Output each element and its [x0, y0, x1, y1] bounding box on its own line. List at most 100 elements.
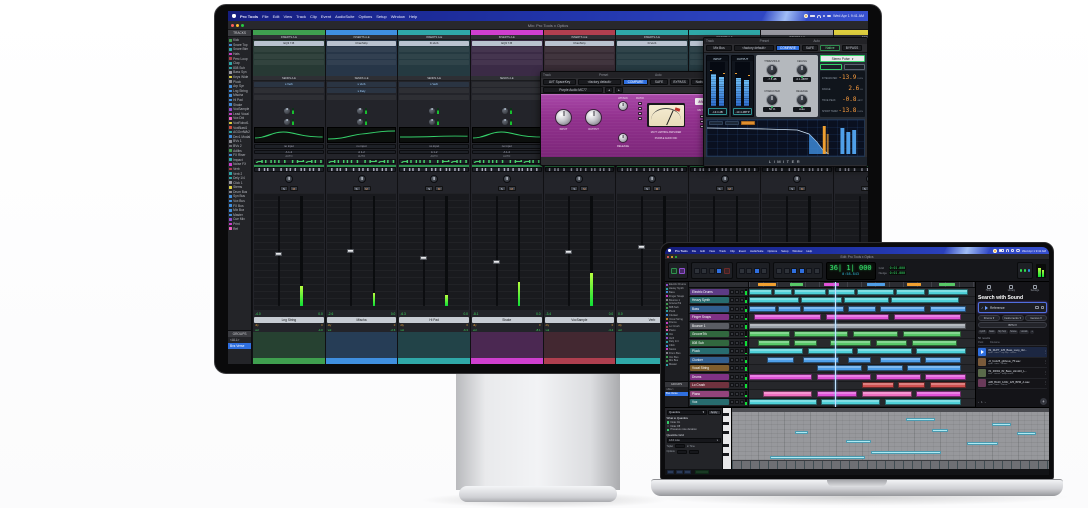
- search-result-row[interactable]: HAB_BA10_124U_125_BPM_A.wavsynth · bass …: [978, 379, 1047, 390]
- track-lane[interactable]: [749, 297, 975, 306]
- group-selector[interactable]: no group: [327, 167, 397, 172]
- midi-note[interactable]: [795, 431, 808, 434]
- track-lane[interactable]: [749, 382, 975, 391]
- playhead[interactable]: [835, 282, 836, 407]
- track-lane[interactable]: [749, 288, 975, 297]
- audio-clip[interactable]: [925, 357, 961, 363]
- solo-button[interactable]: [735, 307, 739, 311]
- menu-item-setup[interactable]: Setup: [781, 249, 788, 253]
- bypass-button[interactable]: BYPASS: [670, 79, 690, 85]
- timeline-marker[interactable]: [758, 283, 776, 286]
- track-list-item[interactable]: VocSample: [229, 107, 250, 112]
- pan-knob[interactable]: [721, 175, 729, 183]
- audio-clip[interactable]: [749, 399, 817, 405]
- black-key[interactable]: [723, 431, 729, 434]
- more-options-icon[interactable]: ⋮: [1044, 381, 1048, 385]
- record-enable-button[interactable]: [730, 290, 734, 294]
- clear-icon[interactable]: [1041, 306, 1045, 310]
- audio-clip[interactable]: [817, 365, 862, 371]
- input-selector[interactable]: no input: [472, 144, 542, 149]
- grid-value[interactable]: 0:01.000: [889, 266, 906, 270]
- input-monitor-button[interactable]: [671, 268, 677, 274]
- panel-tab-home[interactable]: Home: [986, 285, 992, 293]
- prev-page-icon[interactable]: ‹: [978, 400, 979, 404]
- menu-item-file[interactable]: File: [262, 14, 268, 19]
- solo-button[interactable]: [735, 341, 739, 345]
- mute-button[interactable]: M: [798, 186, 806, 191]
- record-enable-button[interactable]: [730, 332, 734, 336]
- solo-button[interactable]: [735, 324, 739, 328]
- control-center-icon[interactable]: [827, 15, 831, 18]
- track-name[interactable]: Bounce 1: [690, 323, 729, 329]
- mute-button[interactable]: M: [508, 186, 516, 191]
- audio-clip[interactable]: [853, 331, 898, 337]
- black-key[interactable]: [723, 453, 729, 456]
- pan-knob[interactable]: [866, 175, 868, 183]
- audio-clip[interactable]: [925, 374, 966, 380]
- panel-tab-library[interactable]: Library: [1008, 285, 1015, 293]
- solo-button[interactable]: S: [570, 186, 578, 191]
- mute-button[interactable]: [740, 290, 744, 294]
- more-options-icon[interactable]: ⋮: [1044, 350, 1048, 354]
- audio-clip[interactable]: [758, 340, 790, 346]
- ratio-button-20[interactable]: [638, 117, 642, 120]
- play-button[interactable]: [716, 268, 722, 274]
- auto-mode-button[interactable]: auto read: [327, 159, 397, 164]
- insert-slot-empty[interactable]: [254, 54, 324, 59]
- mute-button[interactable]: [740, 400, 744, 404]
- send-slot[interactable]: s Dely: [327, 88, 397, 93]
- panel-tab-settings[interactable]: Settings: [1031, 285, 1040, 293]
- bottom-tab-2[interactable]: [676, 470, 683, 474]
- reference-player[interactable]: ♪ Reference: [978, 302, 1047, 313]
- timeline-marker[interactable]: [790, 283, 804, 286]
- ratio-button-4[interactable]: [638, 102, 642, 105]
- filter-instruments[interactable]: Instruments ▾: [1002, 315, 1024, 321]
- solo-button[interactable]: [735, 366, 739, 370]
- more-options-icon[interactable]: ⋮: [1044, 371, 1048, 375]
- timeline-marker[interactable]: [867, 283, 885, 286]
- group-item[interactable]: Bvs Verse: [228, 343, 251, 349]
- midi-note[interactable]: [846, 440, 871, 443]
- audio-clip[interactable]: [817, 391, 858, 397]
- audio-clip[interactable]: [749, 289, 772, 295]
- limiter-option-button-2[interactable]: [844, 64, 866, 70]
- group-selector[interactable]: no group: [399, 167, 469, 172]
- menu-item-event[interactable]: Event: [739, 249, 746, 253]
- audio-clip[interactable]: [830, 340, 871, 346]
- eq-curve-display[interactable]: [254, 127, 324, 143]
- bottom-tab-3[interactable]: [684, 470, 691, 474]
- send-level-knob[interactable]: [357, 108, 363, 114]
- track-list-item[interactable]: Snare Btm: [229, 47, 250, 52]
- insert-slot-empty[interactable]: [617, 60, 687, 65]
- record-enable-button[interactable]: [730, 366, 734, 370]
- record-enable-button[interactable]: [730, 315, 734, 319]
- midi-merge-button[interactable]: [679, 268, 685, 274]
- menu-item-file[interactable]: File: [692, 249, 697, 253]
- menu-item-edit[interactable]: Edit: [700, 249, 705, 253]
- solo-button[interactable]: S: [498, 186, 506, 191]
- pan-knob[interactable]: [503, 175, 511, 183]
- grabber-tool-button[interactable]: [799, 268, 805, 274]
- solo-button[interactable]: [735, 358, 739, 362]
- track-header[interactable]: 808 Sub: [689, 339, 748, 348]
- black-key[interactable]: [723, 422, 729, 425]
- mute-button[interactable]: M: [435, 186, 443, 191]
- audio-clip[interactable]: [848, 357, 871, 363]
- audio-clip[interactable]: [844, 297, 889, 303]
- mute-button[interactable]: [740, 383, 744, 387]
- tag-chip[interactable]: hip hop: [997, 330, 1008, 335]
- threshold-knob[interactable]: [766, 64, 778, 76]
- wifi-icon[interactable]: [1006, 249, 1010, 252]
- track-lane[interactable]: [749, 305, 975, 314]
- track-header[interactable]: Piano: [689, 390, 748, 399]
- audio-clip[interactable]: [930, 382, 966, 388]
- track-header[interactable]: Pluck: [689, 348, 748, 357]
- track-lane[interactable]: [749, 373, 975, 382]
- group-selector[interactable]: no group: [762, 167, 832, 172]
- spotlight-icon[interactable]: [823, 15, 826, 18]
- track-lane[interactable]: [749, 339, 975, 348]
- record-button[interactable]: [724, 268, 730, 274]
- audio-clip[interactable]: [767, 357, 794, 363]
- track-header[interactable]: Heavy Synth: [689, 297, 748, 306]
- black-key[interactable]: [723, 444, 729, 447]
